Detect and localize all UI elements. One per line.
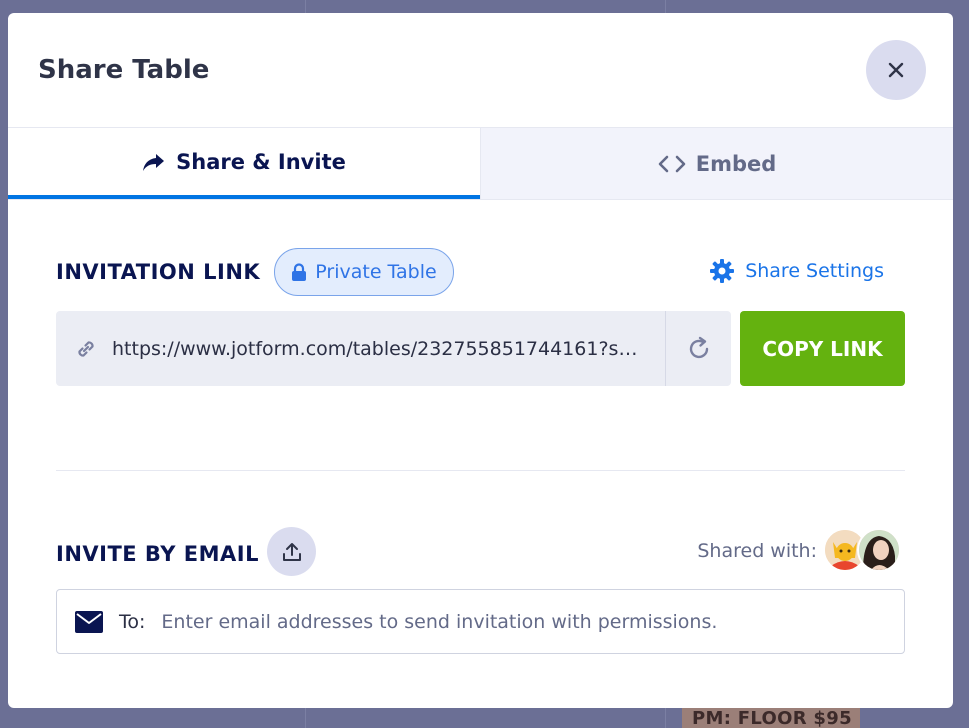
share-settings-label: Share Settings — [745, 260, 884, 282]
tab-share-invite[interactable]: Share & Invite — [8, 128, 480, 199]
avatar[interactable] — [857, 528, 901, 572]
email-invite-field[interactable]: To: — [56, 589, 905, 654]
copy-link-button[interactable]: COPY LINK — [740, 311, 905, 386]
refresh-link-button[interactable] — [665, 311, 731, 386]
shared-with-label: Shared with: — [697, 540, 817, 562]
envelope-icon — [75, 610, 103, 633]
tab-bar: Share & Invite Embed — [8, 128, 953, 200]
upload-icon — [282, 542, 301, 561]
background-tag: PM: FLOOR $95 — [682, 706, 860, 728]
upload-emails-button[interactable] — [267, 527, 316, 576]
share-arrow-icon — [143, 153, 165, 171]
close-button[interactable] — [866, 40, 926, 100]
tab-share-invite-label: Share & Invite — [176, 149, 346, 174]
private-table-badge[interactable]: Private Table — [274, 248, 454, 296]
invitation-link-title: INVITATION LINK — [56, 260, 261, 284]
gear-icon — [710, 259, 735, 283]
person-avatar-icon — [859, 530, 899, 570]
invitation-link-url: https://www.jotform.com/tables/232755851… — [112, 337, 642, 360]
tab-embed[interactable]: Embed — [480, 128, 953, 199]
close-icon — [888, 62, 904, 78]
modal-header: Share Table — [8, 13, 953, 128]
code-icon — [658, 155, 686, 172]
share-table-modal: Share Table Share & Invite Embed INVITAT… — [8, 13, 953, 708]
lock-icon — [292, 262, 307, 281]
refresh-icon — [689, 336, 708, 358]
email-input[interactable] — [161, 610, 904, 633]
invite-by-email-title: INVITE BY EMAIL — [56, 542, 260, 566]
invitation-link-field[interactable]: https://www.jotform.com/tables/232755851… — [56, 311, 731, 386]
tab-embed-label: Embed — [695, 151, 777, 176]
share-settings-link[interactable]: Share Settings — [709, 258, 884, 284]
section-divider — [56, 470, 905, 471]
link-icon — [78, 340, 94, 357]
modal-title: Share Table — [38, 55, 210, 85]
invitation-link-header: INVITATION LINK Private Table Share Sett… — [56, 248, 905, 296]
private-table-label: Private Table — [315, 261, 437, 283]
to-label: To: — [119, 610, 146, 633]
